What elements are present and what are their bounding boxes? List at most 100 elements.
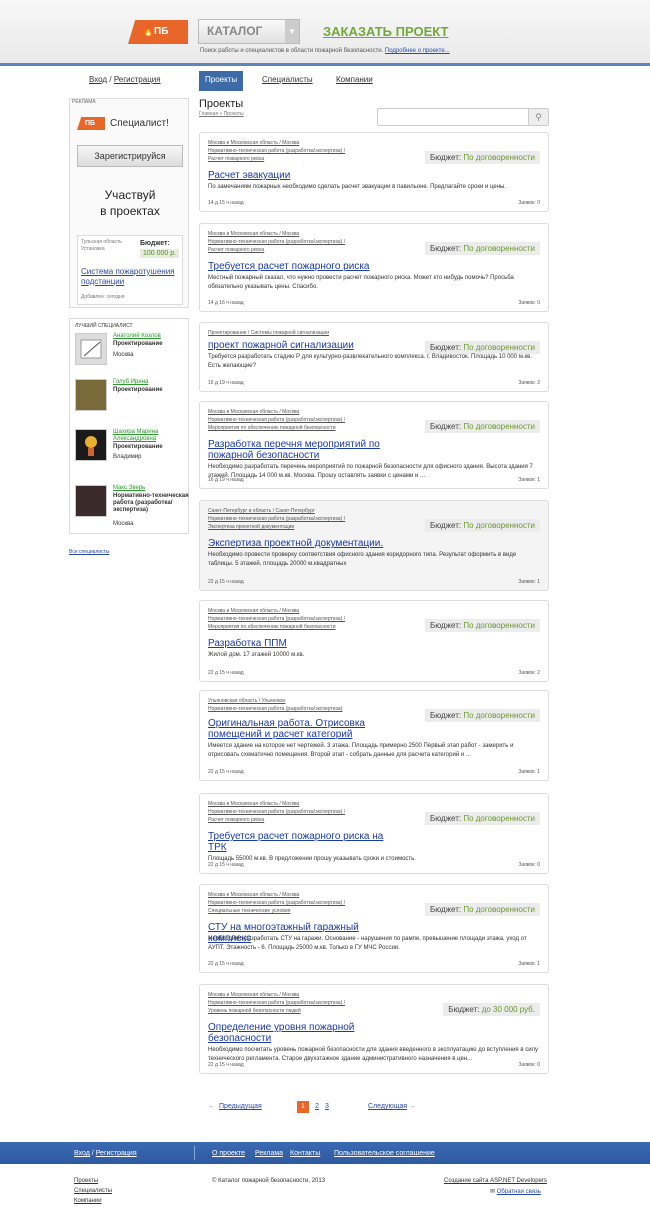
next-page-link[interactable]: Следующая [368, 1103, 407, 1110]
category-link[interactable]: Москва и Московская область / Москва [208, 231, 299, 237]
catalog-dropdown[interactable]: КАТАЛОГ ▼ [198, 19, 300, 44]
category-link[interactable]: Экспертиза проектной документации [208, 524, 294, 530]
login-link[interactable]: Вход [89, 75, 107, 84]
category-link[interactable]: Нормативно-техническая работа (разработк… [208, 417, 345, 423]
chevron-down-icon: ▼ [285, 20, 299, 43]
project-title-link[interactable]: Оригинальная работа. Отрисовка помещений… [208, 718, 398, 740]
project-card[interactable]: Санкт-Петербург и область / Санкт-Петерб… [199, 500, 549, 591]
category-link[interactable]: Нормативно-техническая работа (разработк… [208, 706, 342, 712]
project-title-link[interactable]: Экспертиза проектной документации. [208, 538, 398, 549]
project-applications: Заявок: 1 [518, 477, 540, 483]
project-card[interactable]: Проектирование / Системы пожарной сигнал… [199, 322, 549, 392]
register-link[interactable]: Регистрация [114, 75, 161, 84]
footer-link-terms[interactable]: Пользовательское соглашение [334, 1150, 435, 1157]
ad-block[interactable]: РЕКЛАМА ПБ Специалист! Зарегистрируйся У… [69, 98, 189, 308]
more-about-link[interactable]: Подробнее о проекте... [385, 48, 450, 54]
category-link[interactable]: Расчет пожарного риска [208, 156, 264, 162]
category-link[interactable]: Расчет пожарного риска [208, 817, 264, 823]
category-link[interactable]: Москва и Московская область / Москва [208, 892, 299, 898]
project-card[interactable]: Москва и Московская область / Москва Норм… [199, 401, 549, 489]
budget-badge: Бюджет: По договоренности [424, 903, 540, 916]
tab-specialists[interactable]: Специалисты [256, 71, 319, 91]
footer-specialists-link[interactable]: Специалисты [74, 1188, 112, 1194]
category-link[interactable]: Мероприятия по обеспечению пожарной безо… [208, 425, 336, 431]
feedback-link[interactable]: Обратная связь [497, 1189, 541, 1195]
order-project-link[interactable]: ЗАКАЗАТЬ ПРОЕКТ [323, 24, 448, 39]
project-title-link[interactable]: Требуется расчет пожарного риска на ТРК [208, 831, 398, 853]
project-title-link[interactable]: проект пожарной сигнализации [208, 340, 398, 351]
divider [194, 1146, 195, 1160]
footer-link-contacts[interactable]: Контакты [290, 1150, 320, 1157]
all-specialists-link[interactable]: Все специалисты [69, 549, 110, 555]
search-input[interactable]: ⚲ [377, 108, 549, 126]
category-link[interactable]: Москва и Московская область / Москва [208, 801, 299, 807]
footer-login-link[interactable]: Вход [74, 1150, 90, 1157]
project-description: Необходимо разработать перечень мероприя… [208, 464, 533, 479]
ad-title: Специалист! [110, 118, 169, 129]
project-title-link[interactable]: Разработка перечня мероприятий по пожарн… [208, 439, 398, 461]
avatar[interactable] [75, 379, 107, 411]
site-logo[interactable]: 🔥 ПБ [128, 20, 188, 44]
project-description: Площадь 55000 м.кв. В предложении прошу … [208, 856, 416, 862]
footer-companies-link[interactable]: Компании [74, 1198, 102, 1204]
avatar[interactable] [75, 333, 107, 365]
category-link[interactable]: Проектирование / Системы пожарной сигнал… [208, 330, 329, 336]
project-title-link[interactable]: Определение уровня пожарной безопасности [208, 1022, 398, 1044]
category-link[interactable]: Москва и Московская область / Москва [208, 608, 299, 614]
category-link[interactable]: Ульяновская область / Ульяновск [208, 698, 285, 704]
specialist-item: Шахира Марина Александровна Проектирован… [75, 429, 187, 467]
project-title-link[interactable]: Разработка ППМ [208, 638, 398, 649]
project-time: 14 д 15 ч назад [208, 200, 244, 206]
project-title-link[interactable]: Требуется расчет пожарного риска [208, 261, 398, 272]
project-categories: Ульяновская область / Ульяновск Нормативн… [208, 697, 418, 713]
project-time: 22 д 15 ч назад [208, 1062, 244, 1068]
category-link[interactable]: Нормативно-техническая работа (разработк… [208, 239, 345, 245]
tab-projects[interactable]: Проекты [199, 71, 244, 91]
category-link[interactable]: Мероприятия по обеспечению пожарной безо… [208, 624, 336, 630]
page-3[interactable]: 3 [325, 1103, 329, 1110]
avatar[interactable] [75, 429, 107, 461]
avatar[interactable] [75, 485, 107, 517]
project-categories: Москва и Московская область / Москва Норм… [208, 891, 418, 915]
footer-auth: Вход / Регистрация [74, 1150, 137, 1157]
category-link[interactable]: Нормативно-техническая работа (разработк… [208, 1000, 345, 1006]
category-link[interactable]: Нормативно-техническая работа (разработк… [208, 516, 345, 522]
breadcrumb[interactable]: Главная » Проекты [199, 111, 244, 117]
category-link[interactable]: Расчет пожарного риска [208, 247, 264, 253]
page-2[interactable]: 2 [315, 1103, 319, 1110]
category-link[interactable]: Москва и Московская область / Москва [208, 140, 299, 146]
category-link[interactable]: Санкт-Петербург и область / Санкт-Петерб… [208, 508, 315, 514]
project-card[interactable]: Москва и Московская область / Москва Норм… [199, 793, 549, 874]
developer-link[interactable]: Создание сайта ASP.NET Developers [444, 1178, 547, 1184]
project-title-link[interactable]: Расчет эвакуации [208, 170, 398, 181]
budget-badge: Бюджет: По договоренности [424, 619, 540, 632]
project-card[interactable]: Москва и Московская область / Москва Норм… [199, 884, 549, 973]
project-card[interactable]: Москва и Московская область / Москва Норм… [199, 600, 549, 682]
footer-register-link[interactable]: Регистрация [96, 1150, 137, 1157]
register-button[interactable]: Зарегистрируйся [77, 145, 183, 167]
project-card[interactable]: Москва и Московская область / Москва Норм… [199, 132, 549, 212]
page-title: Проекты [199, 98, 244, 110]
project-card[interactable]: Ульяновская область / Ульяновск Нормативн… [199, 690, 549, 781]
document-icon [80, 339, 102, 359]
project-card[interactable]: Москва и Московская область / Москва Норм… [199, 984, 549, 1074]
project-card[interactable]: Москва и Московская область / Москва Норм… [199, 223, 549, 312]
category-link[interactable]: Москва и Московская область / Москва [208, 992, 299, 998]
project-description: Требуется разработать стадию Р для культ… [208, 354, 533, 369]
footer-projects-link[interactable]: Проекты [74, 1178, 98, 1184]
category-link[interactable]: Специальные технические условия [208, 908, 290, 914]
footer-link-about[interactable]: О проекте [212, 1150, 245, 1157]
footer-link-ads[interactable]: Реклама [255, 1150, 283, 1157]
tab-companies[interactable]: Компании [330, 71, 379, 91]
category-link[interactable]: Москва и Московская область / Москва [208, 409, 299, 415]
project-applications: Заявок: 1 [518, 961, 540, 967]
ad-slogan: Участвуй в проектах [100, 188, 160, 218]
category-link[interactable]: Нормативно-техническая работа (разработк… [208, 616, 345, 622]
search-icon[interactable]: ⚲ [528, 109, 548, 125]
category-link[interactable]: Нормативно-техническая работа (разработк… [208, 900, 345, 906]
category-link[interactable]: Нормативно-техническая работа (разработк… [208, 148, 345, 154]
category-link[interactable]: Нормативно-техническая работа (разработк… [208, 809, 345, 815]
page-1[interactable]: 1 [297, 1101, 309, 1113]
category-link[interactable]: Уровень пожарной безопасности людей [208, 1008, 301, 1014]
prev-page-link[interactable]: Предыдущая [219, 1103, 262, 1110]
